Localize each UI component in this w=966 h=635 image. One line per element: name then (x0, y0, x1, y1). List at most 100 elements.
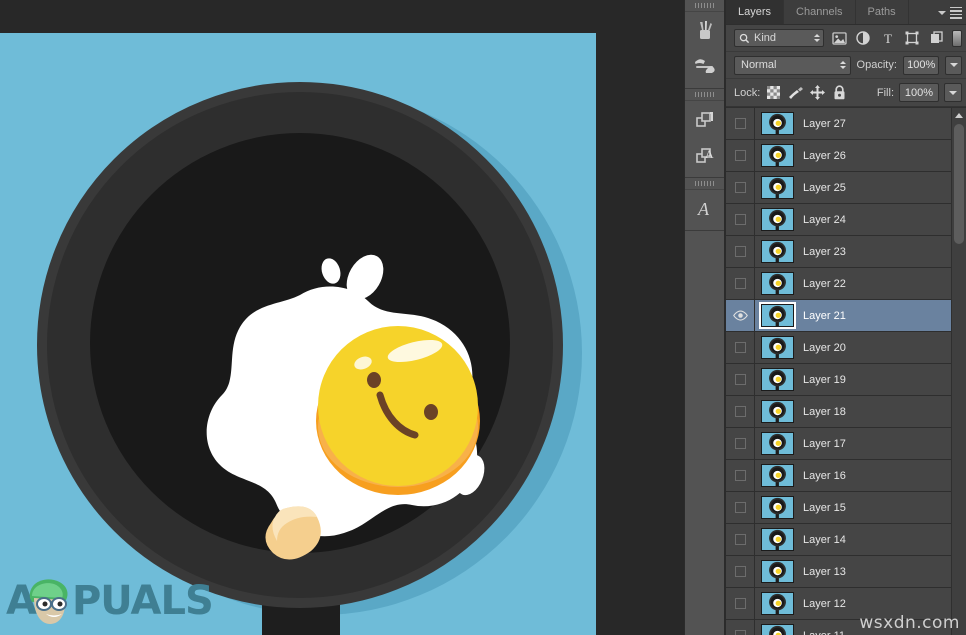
blend-mode-select[interactable]: Normal (734, 56, 851, 75)
visibility-checkbox[interactable] (735, 118, 746, 129)
layer-thumbnail-cell[interactable] (755, 208, 800, 231)
opacity-slider-button[interactable] (945, 56, 962, 75)
layer-thumbnail[interactable] (761, 112, 794, 135)
layer-row[interactable]: Layer 23 (726, 236, 951, 268)
layer-thumbnail[interactable] (761, 560, 794, 583)
layer-thumbnail[interactable] (761, 208, 794, 231)
tab-paths[interactable]: Paths (856, 0, 909, 24)
scroll-up-arrow-icon[interactable] (952, 108, 966, 122)
layer-thumbnail[interactable] (761, 240, 794, 263)
layer-thumbnail-cell[interactable] (755, 528, 800, 551)
layer-row[interactable]: Layer 11 (726, 620, 951, 635)
layer-row[interactable]: Layer 14 (726, 524, 951, 556)
layer-thumbnail-cell[interactable] (755, 176, 800, 199)
brush-presets-icon[interactable] (685, 48, 724, 84)
visibility-checkbox[interactable] (735, 374, 746, 385)
brushes-icon[interactable] (685, 12, 724, 48)
panel-menu-icon[interactable] (940, 4, 962, 21)
layer-thumbnail[interactable] (761, 528, 794, 551)
fill-input[interactable]: 100% (899, 83, 939, 102)
lock-all-icon[interactable] (831, 84, 848, 102)
layer-thumbnail[interactable] (761, 624, 794, 635)
character-styles-icon[interactable]: A (685, 137, 724, 173)
layer-row[interactable]: Layer 26 (726, 140, 951, 172)
layer-row[interactable]: Layer 12 (726, 588, 951, 620)
layer-visibility-toggle[interactable] (726, 268, 755, 299)
layer-visibility-toggle[interactable] (726, 108, 755, 139)
lock-image-pixels-icon[interactable] (787, 84, 804, 102)
layer-thumbnail[interactable] (761, 464, 794, 487)
layer-row[interactable]: Layer 24 (726, 204, 951, 236)
visibility-checkbox[interactable] (735, 598, 746, 609)
visibility-checkbox[interactable] (735, 502, 746, 513)
layer-thumbnail[interactable] (761, 176, 794, 199)
layer-thumbnail-cell[interactable] (755, 240, 800, 263)
character-icon[interactable]: A (685, 190, 724, 226)
layer-row[interactable]: Layer 15 (726, 492, 951, 524)
layer-visibility-toggle[interactable] (726, 204, 755, 235)
layer-thumbnail[interactable] (761, 496, 794, 519)
layer-visibility-toggle[interactable] (726, 364, 755, 395)
filter-kind-select[interactable]: Kind (734, 29, 824, 47)
visibility-checkbox[interactable] (735, 278, 746, 289)
layer-row[interactable]: Layer 17 (726, 428, 951, 460)
tab-channels[interactable]: Channels (784, 0, 855, 24)
layer-visibility-toggle[interactable] (726, 332, 755, 363)
layer-thumbnail-cell[interactable] (755, 560, 800, 583)
layer-thumbnail-cell[interactable] (755, 464, 800, 487)
layer-visibility-toggle[interactable] (726, 492, 755, 523)
layer-row[interactable]: Layer 19 (726, 364, 951, 396)
layer-thumbnail-cell[interactable] (755, 400, 800, 423)
layer-row[interactable]: Layer 16 (726, 460, 951, 492)
dock-grip-clone[interactable] (685, 89, 724, 101)
layer-thumbnail[interactable] (761, 432, 794, 455)
layer-visibility-toggle[interactable] (726, 460, 755, 491)
shape-layer-filter-icon[interactable] (903, 29, 921, 47)
layer-visibility-toggle[interactable] (726, 140, 755, 171)
layer-thumbnail-cell[interactable] (755, 592, 800, 615)
visibility-checkbox[interactable] (735, 470, 746, 481)
visibility-checkbox[interactable] (735, 150, 746, 161)
visibility-checkbox[interactable] (735, 214, 746, 225)
layer-row[interactable]: Layer 18 (726, 396, 951, 428)
layer-visibility-toggle[interactable] (726, 236, 755, 267)
layer-thumbnail-cell[interactable] (755, 144, 800, 167)
fill-slider-button[interactable] (944, 83, 962, 102)
visibility-checkbox[interactable] (735, 406, 746, 417)
opacity-input[interactable]: 100% (903, 56, 940, 75)
visibility-checkbox[interactable] (735, 438, 746, 449)
layers-list[interactable]: Layer 27 Layer 26 Layer 25 Layer 24 (726, 108, 951, 635)
layer-row[interactable]: Layer 22 (726, 268, 951, 300)
smart-object-filter-icon[interactable] (928, 29, 946, 47)
layer-thumbnail-cell[interactable] (755, 368, 800, 391)
layer-visibility-toggle[interactable] (726, 524, 755, 555)
layer-thumbnail-cell[interactable] (755, 624, 800, 635)
filter-enable-toggle[interactable] (952, 30, 962, 47)
layer-row[interactable]: Layer 21 (726, 300, 951, 332)
clone-source-icon[interactable] (685, 101, 724, 137)
layer-row[interactable]: Layer 20 (726, 332, 951, 364)
layer-visibility-toggle[interactable] (726, 556, 755, 587)
layer-thumbnail-cell[interactable] (755, 336, 800, 359)
tab-layers[interactable]: Layers (726, 0, 784, 24)
type-layer-filter-icon[interactable]: T (879, 29, 897, 47)
layer-thumbnail[interactable] (761, 592, 794, 615)
dock-grip-type[interactable] (685, 178, 724, 190)
layer-visibility-toggle[interactable] (726, 428, 755, 459)
layer-row[interactable]: Layer 25 (726, 172, 951, 204)
layer-visibility-toggle[interactable] (726, 588, 755, 619)
visibility-checkbox[interactable] (735, 342, 746, 353)
layer-visibility-toggle[interactable] (726, 620, 755, 635)
layer-visibility-toggle[interactable] (726, 172, 755, 203)
layer-thumbnail-cell[interactable] (755, 496, 800, 519)
layers-vertical-scrollbar[interactable] (951, 108, 966, 635)
layer-thumbnail-cell[interactable] (755, 304, 800, 327)
layer-row[interactable]: Layer 27 (726, 108, 951, 140)
filter-kind-spinner[interactable] (814, 34, 820, 42)
layer-thumbnail[interactable] (761, 144, 794, 167)
layer-visibility-eye-icon[interactable] (726, 300, 755, 331)
visibility-checkbox[interactable] (735, 566, 746, 577)
visibility-checkbox[interactable] (735, 182, 746, 193)
layer-thumbnail-cell[interactable] (755, 432, 800, 455)
layer-thumbnail-cell[interactable] (755, 272, 800, 295)
